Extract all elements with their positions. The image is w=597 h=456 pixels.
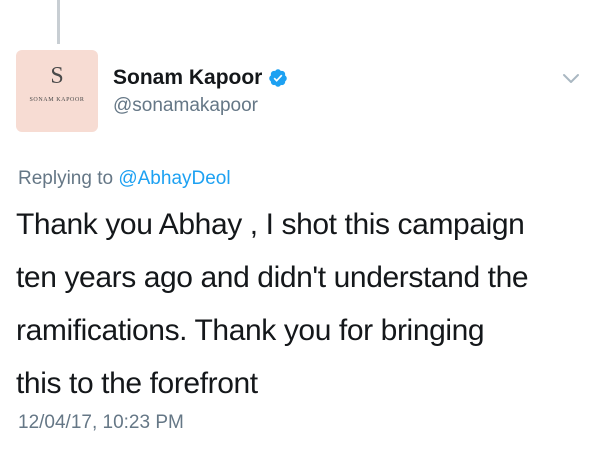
tweet-text-line: ten years ago and didn't understand the — [16, 261, 529, 294]
author-display-name[interactable]: Sonam Kapoor — [113, 65, 262, 91]
tweet-text-line: ramifications. Thank you for bringing — [16, 314, 485, 347]
tweet-text-line: this to the forefront — [16, 367, 258, 400]
replying-to-line: Replying to @AbhayDeol — [18, 167, 231, 191]
reply-mention-link[interactable]: @AbhayDeol — [118, 168, 230, 189]
avatar-caption: SONAM KAPOOR — [29, 97, 85, 103]
avatar-monogram: S — [50, 63, 64, 89]
replying-to-prefix: Replying to — [18, 168, 114, 189]
chevron-down-icon[interactable] — [562, 72, 580, 84]
author-name-row: Sonam Kapoor — [113, 65, 288, 91]
avatar[interactable]: S SONAM KAPOOR — [16, 50, 98, 132]
tweet-timestamp[interactable]: 12/04/17, 10:23 PM — [18, 411, 184, 435]
tweet-text-line: Thank you Abhay , I shot this campaign — [16, 208, 525, 241]
thread-connector-line — [57, 0, 60, 44]
author-handle[interactable]: @sonamakapoor — [113, 94, 258, 118]
tweet-text: Thank you Abhay , I shot this campaign t… — [16, 198, 586, 410]
verified-badge-icon — [268, 68, 288, 88]
